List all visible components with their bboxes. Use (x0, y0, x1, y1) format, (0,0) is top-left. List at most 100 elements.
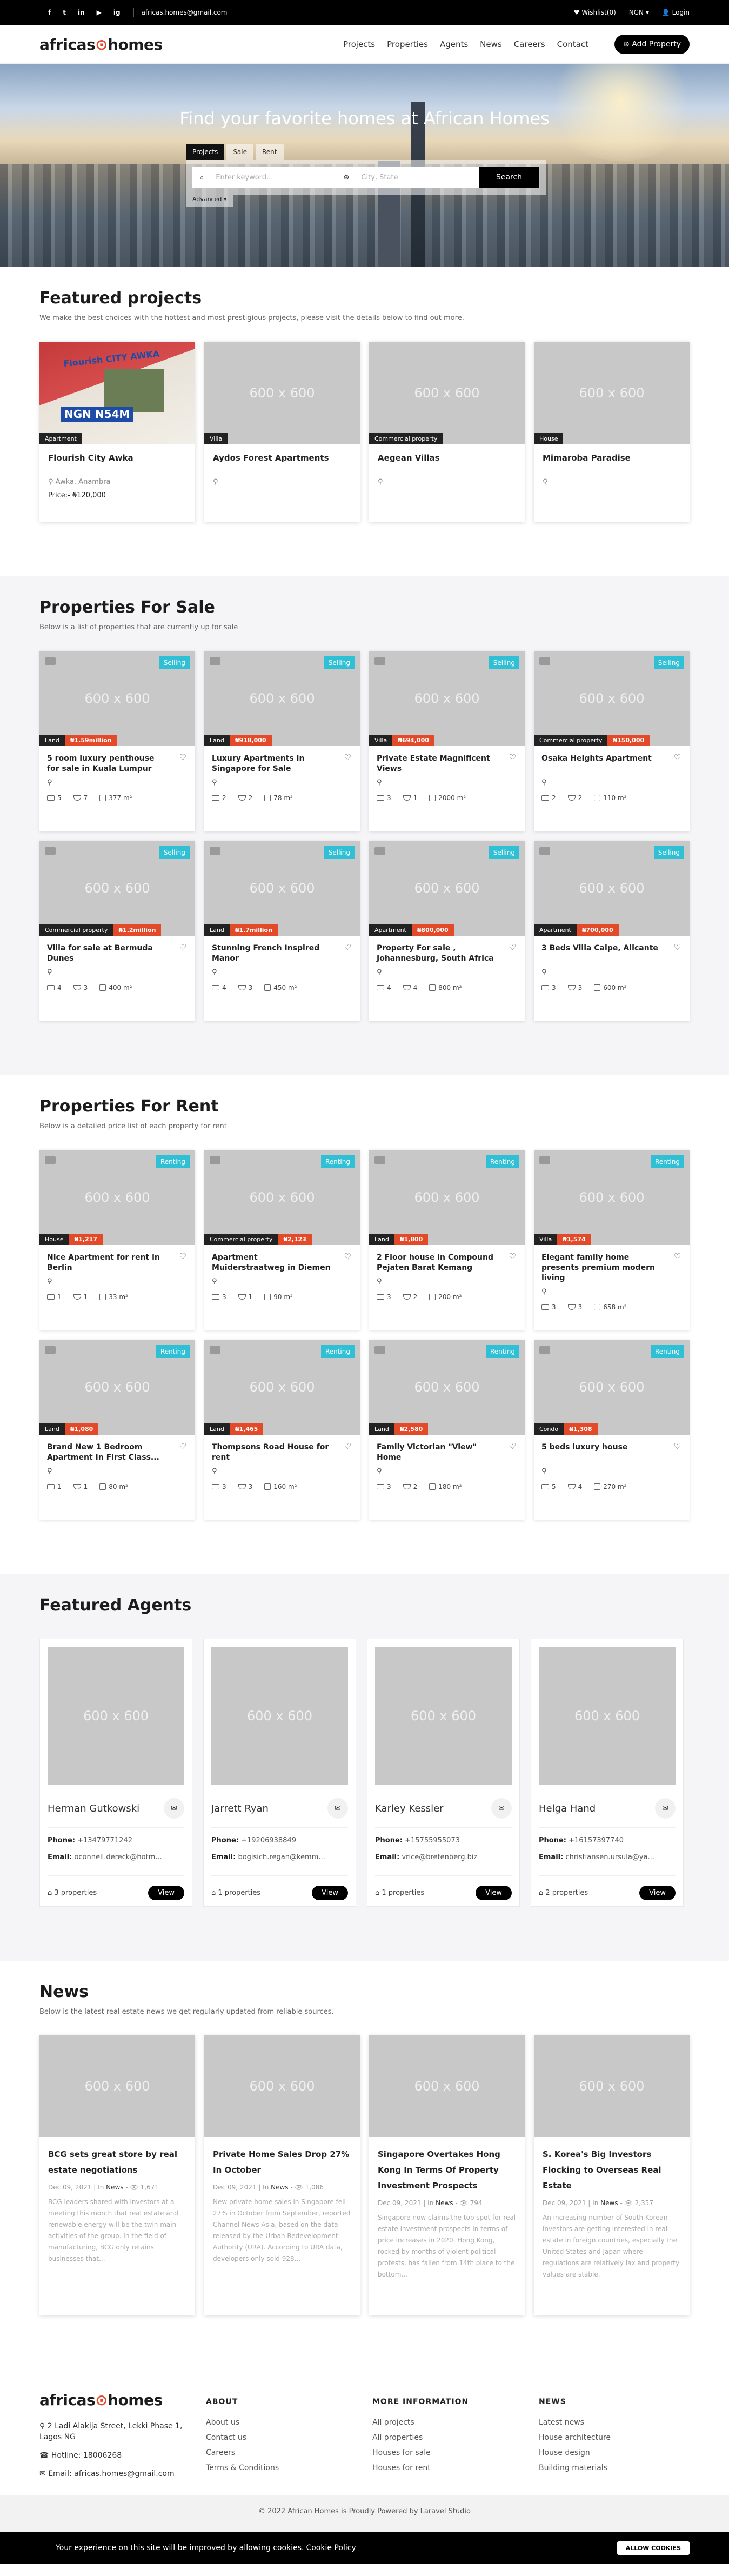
agent-name[interactable]: Karley Kessler (375, 1803, 444, 1814)
property-card[interactable]: 600 x 600 Selling Land ₦918,000 Luxury Ap… (204, 651, 360, 831)
nav-news[interactable]: News (480, 39, 502, 49)
email-value[interactable]: bogisich.regan@kemm... (238, 1853, 325, 1861)
agent-photo[interactable]: 600 x 600 (48, 1647, 184, 1785)
property-title[interactable]: 3 Beds Villa Calpe, Alicante (541, 943, 660, 964)
property-card[interactable]: 600 x 600 Selling Commercial property ₦1.… (39, 841, 195, 1021)
heart-icon[interactable]: ♡ (509, 942, 516, 952)
news-category[interactable]: News (436, 2199, 453, 2207)
news-title[interactable]: Private Home Sales Drop 27% In October (213, 2147, 351, 2178)
property-image[interactable]: 600 x 600 Renting Land ₦1,465 (204, 1340, 360, 1435)
agent-name[interactable]: Helga Hand (539, 1803, 596, 1814)
property-image[interactable]: 600 x 600 Selling Land ₦1.59million (39, 651, 195, 746)
view-agent-button[interactable]: View (639, 1886, 676, 1900)
property-image[interactable]: 600 x 600 Selling Commercial property ₦15… (534, 651, 690, 746)
phone-value[interactable]: +15755955073 (405, 1836, 460, 1845)
mail-icon[interactable]: ✉ (327, 1798, 348, 1819)
footer-link[interactable]: Houses for sale (372, 2448, 539, 2457)
keyword-input[interactable]: ⌕ Enter keyword... (192, 167, 336, 188)
property-title[interactable]: Stunning French Inspired Manor (212, 943, 331, 964)
agent-name[interactable]: Herman Gutkowski (48, 1803, 139, 1814)
property-image[interactable]: 600 x 600 Renting Land ₦2,580 (369, 1340, 525, 1435)
property-card[interactable]: 600 x 600 Renting Commercial property ₦2,… (204, 1150, 360, 1330)
project-card[interactable]: Flourish CITY AWKA NGN N54M Apartment Fl… (39, 342, 195, 522)
property-image[interactable]: 600 x 600 Renting Land ₦1,800 (369, 1150, 525, 1245)
project-card[interactable]: 600 x 600 Commercial property Aegean Vill… (369, 342, 525, 522)
topbar-email[interactable]: africas.homes@gmail.com (142, 9, 228, 16)
project-name[interactable]: Mimaroba Paradise (543, 453, 681, 463)
email-value[interactable]: vrice@bretenberg.biz (402, 1853, 477, 1861)
phone-value[interactable]: +19206938849 (241, 1836, 296, 1845)
property-image[interactable]: 600 x 600 Selling Land ₦1.7million (204, 841, 360, 936)
facebook-icon[interactable]: f (48, 9, 51, 16)
project-image[interactable]: 600 x 600 Villa (204, 342, 360, 444)
footer-link[interactable]: All projects (372, 2418, 539, 2427)
property-image[interactable]: 600 x 600 Selling Apartment ₦700,000 (534, 841, 690, 936)
footer-logo[interactable]: africas⊙homes (39, 2391, 206, 2409)
property-title[interactable]: Property For sale , Johannesburg, South … (377, 943, 496, 964)
news-title[interactable]: BCG sets great store by real estate nego… (48, 2147, 186, 2178)
news-title[interactable]: S. Korea's Big Investors Flocking to Ove… (543, 2147, 681, 2194)
heart-icon[interactable]: ♡ (344, 942, 351, 952)
twitter-icon[interactable]: t (63, 9, 66, 16)
heart-icon[interactable]: ♡ (509, 1252, 516, 1261)
email-value[interactable]: oconnell.dereck@hotm... (74, 1853, 162, 1861)
property-title[interactable]: Nice Apartment for rent in Berlin (47, 1253, 166, 1273)
agent-photo[interactable]: 600 x 600 (539, 1647, 676, 1785)
news-image[interactable]: 600 x 600 (204, 2035, 360, 2137)
search-button[interactable]: Search (479, 167, 539, 188)
property-card[interactable]: 600 x 600 Renting Condo ₦1,308 5 beds lux… (534, 1340, 690, 1520)
heart-icon[interactable]: ♡ (509, 1441, 516, 1451)
mail-icon[interactable]: ✉ (655, 1798, 676, 1819)
view-agent-button[interactable]: View (312, 1886, 348, 1900)
heart-icon[interactable]: ♡ (509, 753, 516, 762)
property-card[interactable]: 600 x 600 Selling Land ₦1.7million Stunni… (204, 841, 360, 1021)
footer-link[interactable]: Latest news (539, 2418, 690, 2427)
property-image[interactable]: 600 x 600 Renting House ₦1,217 (39, 1150, 195, 1245)
footer-link[interactable]: Building materials (539, 2464, 690, 2472)
tab-rent[interactable]: Rent (256, 144, 284, 160)
property-image[interactable]: 600 x 600 Renting Condo ₦1,308 (534, 1340, 690, 1435)
project-name[interactable]: Flourish City Awka (48, 453, 186, 463)
property-card[interactable]: 600 x 600 Renting Villa ₦1,574 Elegant fa… (534, 1150, 690, 1330)
mail-icon[interactable]: ✉ (491, 1798, 512, 1819)
add-property-button[interactable]: ⊕ Add Property (614, 35, 690, 54)
phone-value[interactable]: +13479771242 (77, 1836, 132, 1845)
footer-link[interactable]: Terms & Conditions (206, 2464, 372, 2472)
property-card[interactable]: 600 x 600 Selling Commercial property ₦15… (534, 651, 690, 831)
property-card[interactable]: 600 x 600 Selling Apartment ₦700,000 3 Be… (534, 841, 690, 1021)
instagram-icon[interactable]: ig (113, 9, 121, 16)
news-category[interactable]: News (271, 2184, 288, 2191)
login-link[interactable]: 👤 Login (662, 9, 690, 16)
mail-icon[interactable]: ✉ (164, 1798, 184, 1819)
view-agent-button[interactable]: View (148, 1886, 184, 1900)
property-card[interactable]: 600 x 600 Renting Land ₦1,080 Brand New 1… (39, 1340, 195, 1520)
heart-icon[interactable]: ♡ (674, 1441, 681, 1451)
project-name[interactable]: Aydos Forest Apartments (213, 453, 351, 463)
project-image[interactable]: 600 x 600 House (534, 342, 690, 444)
heart-icon[interactable]: ♡ (674, 942, 681, 952)
hotline-text[interactable]: Hotline: 18006268 (51, 2451, 122, 2460)
property-image[interactable]: 600 x 600 Selling Villa ₦694,000 (369, 651, 525, 746)
agent-name[interactable]: Jarrett Ryan (211, 1803, 269, 1814)
property-image[interactable]: 600 x 600 Renting Land ₦1,080 (39, 1340, 195, 1435)
property-image[interactable]: 600 x 600 Selling Land ₦918,000 (204, 651, 360, 746)
property-image[interactable]: 600 x 600 Renting Villa ₦1,574 (534, 1150, 690, 1245)
property-card[interactable]: 600 x 600 Selling Villa ₦694,000 Private … (369, 651, 525, 831)
property-title[interactable]: 2 Floor house in Compound Pejaten Barat … (377, 1253, 496, 1273)
wishlist-link[interactable]: ♥ Wishlist(0) (574, 9, 616, 16)
property-title[interactable]: 5 room luxury penthouse for sale in Kual… (47, 754, 166, 774)
email-value[interactable]: christiansen.ursula@ya... (565, 1853, 654, 1861)
heart-icon[interactable]: ♡ (344, 753, 351, 762)
property-title[interactable]: Private Estate Magnificent Views (377, 754, 496, 774)
heart-icon[interactable]: ♡ (674, 1252, 681, 1261)
currency-select[interactable]: NGN ▾ (629, 9, 649, 16)
property-image[interactable]: 600 x 600 Renting Commercial property ₦2,… (204, 1150, 360, 1245)
agent-photo[interactable]: 600 x 600 (211, 1647, 348, 1785)
phone-value[interactable]: +16157397740 (569, 1836, 624, 1845)
heart-icon[interactable]: ♡ (674, 753, 681, 762)
news-category[interactable]: News (106, 2184, 123, 2191)
property-card[interactable]: 600 x 600 Selling Land ₦1.59million 5 roo… (39, 651, 195, 831)
property-image[interactable]: 600 x 600 Selling Apartment ₦800,000 (369, 841, 525, 936)
heart-icon[interactable]: ♡ (179, 1441, 186, 1451)
property-title[interactable]: Thompsons Road House for rent (212, 1442, 331, 1463)
